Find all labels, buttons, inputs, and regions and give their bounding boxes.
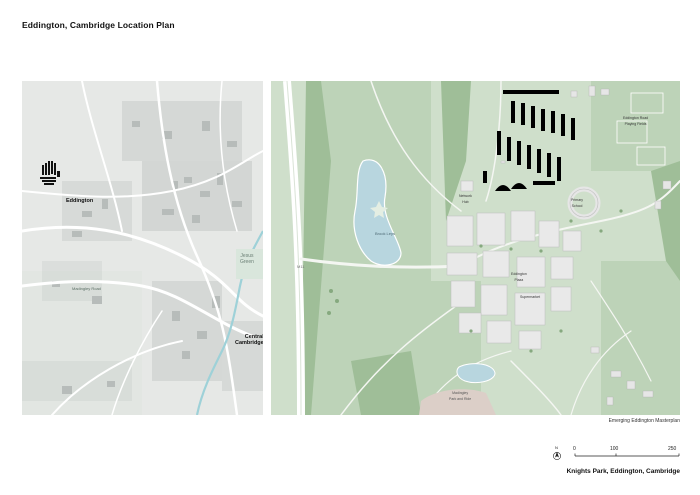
masterplan-map[interactable]: Brook Leys M11 Network Hub Primary Schoo… — [271, 81, 680, 415]
jesus-green-label: Jesus Green — [240, 253, 254, 265]
playing-fields-label: Eddington Road Playing Fields — [623, 116, 649, 126]
page-title: Eddington, Cambridge Location Plan — [22, 20, 175, 30]
m11-label: M11 — [297, 264, 305, 269]
madingley-road-label: Madingley Road — [72, 286, 101, 291]
project-name: Knights Park, Eddington, Cambridge — [566, 468, 680, 475]
eddington-plaza-label: Eddington Plaza — [511, 272, 527, 282]
location-map-graphic — [22, 81, 263, 415]
brook-leys-label: Brook Leys — [375, 231, 396, 236]
map-caption: Emerging Eddington Masterplan — [608, 418, 680, 424]
masterplan-graphic — [283, 81, 680, 415]
primary-school-label: Primary School — [571, 198, 584, 208]
central-cambridge-label: Central Cambridge — [235, 334, 263, 346]
scale-tick-100: 100 — [610, 446, 619, 452]
scale-tick-250: 250 — [668, 446, 677, 452]
park-and-ride-label: Madingley Park and Ride — [449, 391, 472, 401]
scale-tick-0: 0 — [573, 446, 576, 452]
scale-bar: N 0 100 250 — [553, 445, 680, 465]
supermarket-label: Supermarket — [520, 295, 541, 299]
network-hub-label: Network Hub — [459, 194, 472, 204]
north-label: N — [555, 445, 558, 450]
eddington-label: Eddington — [66, 198, 94, 204]
location-map[interactable]: Eddington Madingley Road Jesus Green Cen… — [22, 81, 263, 415]
